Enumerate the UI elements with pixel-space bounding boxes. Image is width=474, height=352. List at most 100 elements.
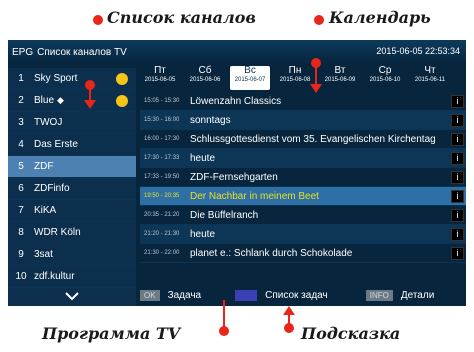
epg-topbar: EPG Список каналов TV 2015-06-05 22:53:3… (8, 40, 466, 64)
favorite-icon (116, 94, 128, 107)
day-date: 2015-06-08 (279, 77, 311, 83)
channel-row[interactable]: 3 TWOJ (8, 112, 136, 134)
channel-name: Sky Sport (34, 73, 78, 84)
channels-pointer-arrow (84, 100, 96, 109)
diamond-icon: ◆ (57, 95, 64, 105)
day-tab[interactable]: Вт 2015-06-09 (320, 66, 360, 90)
program-time: 17:30 - 17:33 (144, 155, 180, 161)
channel-number: 2 (18, 95, 24, 106)
channel-row[interactable]: 2 Blue ◆ (8, 90, 136, 112)
blue-key[interactable] (235, 289, 258, 301)
day-date: 2015-06-11 (414, 77, 446, 83)
hint-bar: OK Задача Список задач INFO Детали (140, 286, 466, 304)
epg-tag: EPG (12, 46, 34, 58)
channel-number: 8 (18, 227, 24, 238)
channel-number: 5 (18, 161, 24, 172)
info-icon[interactable]: i (451, 151, 464, 165)
channel-name: 3sat (34, 249, 53, 260)
program-title: heute (190, 228, 216, 240)
channel-row[interactable]: 1 Sky Sport (8, 68, 136, 90)
program-title: planet e.: Schlank durch Schokolade (190, 247, 353, 259)
info-icon[interactable]: i (451, 246, 464, 260)
channel-name: Blue ◆ (34, 95, 116, 106)
channel-name: Das Erste (34, 139, 78, 150)
day-name: Пт (154, 65, 166, 76)
program-time: 21:30 - 22:00 (144, 250, 180, 256)
program-title: Schlussgottesdienst vom 35. Evangelische… (190, 133, 436, 145)
info-icon[interactable]: i (451, 227, 464, 241)
calendar-days: Пт 2015-06-05 Сб 2015-06-06 Вс 2015-06-07 П… (140, 66, 466, 90)
program-title: ZDF-Fernsehgarten (190, 171, 278, 183)
channel-number: 4 (18, 139, 24, 150)
program-title: Löwenzahn Classics (190, 95, 282, 107)
program-time: 15:30 - 16:00 (144, 117, 180, 123)
clock: 2015-06-05 22:53:34 (376, 46, 460, 56)
program-title: heute (190, 152, 216, 164)
day-tab[interactable]: Ср 2015-06-10 (365, 66, 405, 90)
channel-row[interactable]: 4 Das Erste (8, 134, 136, 156)
epg-title: Список каналов TV (37, 46, 127, 58)
program-title: Die Büffelranch (190, 209, 259, 221)
program-row[interactable]: 21:20 - 21:30 heute i (140, 225, 466, 244)
channel-number: 10 (15, 271, 27, 282)
channel-name: KiKA (34, 205, 57, 216)
day-tab[interactable]: Сб 2015-06-06 (185, 66, 225, 90)
day-tab[interactable]: Пн 2015-06-08 (275, 66, 315, 90)
channel-number: 6 (18, 183, 24, 194)
program-time: 16:00 - 17:30 (144, 136, 180, 142)
channel-row[interactable]: 6 ZDFinfo (8, 178, 136, 200)
tv-epg-screen: EPG Список каналов TV 2015-06-05 22:53:3… (8, 40, 466, 306)
program-row[interactable]: 15:05 - 15:30 Löwenzahn Classics i (140, 92, 466, 111)
scroll-down-chevron-icon[interactable] (8, 288, 136, 304)
channel-row-selected[interactable]: 5 ZDF (8, 156, 136, 178)
annotation-marker-channels (93, 15, 103, 25)
program-row[interactable]: 17:30 - 17:33 heute i (140, 149, 466, 168)
info-icon[interactable]: i (451, 170, 464, 184)
channel-name: ZDFinfo (34, 183, 70, 194)
day-name: Чт (424, 65, 436, 76)
info-icon[interactable]: i (451, 189, 464, 203)
day-tab[interactable]: Чт 2015-06-11 (410, 66, 450, 90)
info-icon[interactable]: i (451, 94, 464, 108)
program-row[interactable]: 16:00 - 17:30 Schlussgottesdienst vom 35… (140, 130, 466, 149)
info-key-label: Детали (400, 289, 435, 301)
program-pointer-dot (219, 326, 229, 336)
channel-number: 7 (18, 205, 24, 216)
program-title: sonntags (190, 114, 231, 126)
program-row[interactable]: 15:30 - 16:00 sonntags i (140, 111, 466, 130)
channel-name: ZDF (34, 161, 54, 172)
program-row[interactable]: 17:33 - 19:50 ZDF-Fernsehgarten i (140, 168, 466, 187)
channel-name: TWOJ (34, 117, 63, 128)
calendar-pointer-arrow (310, 84, 322, 93)
annotation-channels: Список каналов (107, 8, 256, 27)
channel-number: 3 (18, 117, 24, 128)
program-time: 15:05 - 15:30 (144, 98, 180, 104)
info-icon[interactable]: i (451, 132, 464, 146)
channels-pointer-dot (85, 80, 95, 90)
annotation-hint: Подсказка (301, 324, 401, 343)
program-time: 20:35 - 21:20 (144, 212, 180, 218)
day-tab-selected[interactable]: Вс 2015-06-07 (230, 66, 270, 90)
channel-row[interactable]: 7 KiKA (8, 200, 136, 222)
channel-name: zdf.kultur (34, 271, 75, 282)
channel-row[interactable]: 10 zdf.kultur (8, 266, 136, 288)
day-date: 2015-06-09 (324, 77, 356, 83)
annotation-calendar: Календарь (329, 8, 431, 27)
channel-number: 1 (18, 73, 24, 84)
program-row[interactable]: 21:30 - 22:00 planet e.: Schlank durch S… (140, 244, 466, 263)
channel-list: 1 Sky Sport 2 Blue ◆ 3 TWOJ 4 Das Erste 5… (8, 68, 136, 306)
program-title: Der Nachbar in meinem Beet (190, 190, 319, 202)
channel-row[interactable]: 9 3sat (8, 244, 136, 266)
program-row-current[interactable]: 19:50 - 20:35 Der Nachbar in meinem Beet… (140, 187, 466, 206)
ok-key[interactable]: OK (140, 289, 160, 301)
info-key[interactable]: INFO (365, 289, 393, 301)
info-icon[interactable]: i (451, 113, 464, 127)
channel-name-text: Blue (34, 95, 55, 106)
channel-row[interactable]: 8 WDR Köln (8, 222, 136, 244)
info-icon[interactable]: i (451, 208, 464, 222)
day-name: Вс (244, 65, 256, 76)
day-name: Сб (198, 65, 212, 76)
program-row[interactable]: 20:35 - 21:20 Die Büffelranch i (140, 206, 466, 225)
day-date: 2015-06-07 (234, 77, 266, 83)
day-tab[interactable]: Пт 2015-06-05 (140, 66, 180, 90)
